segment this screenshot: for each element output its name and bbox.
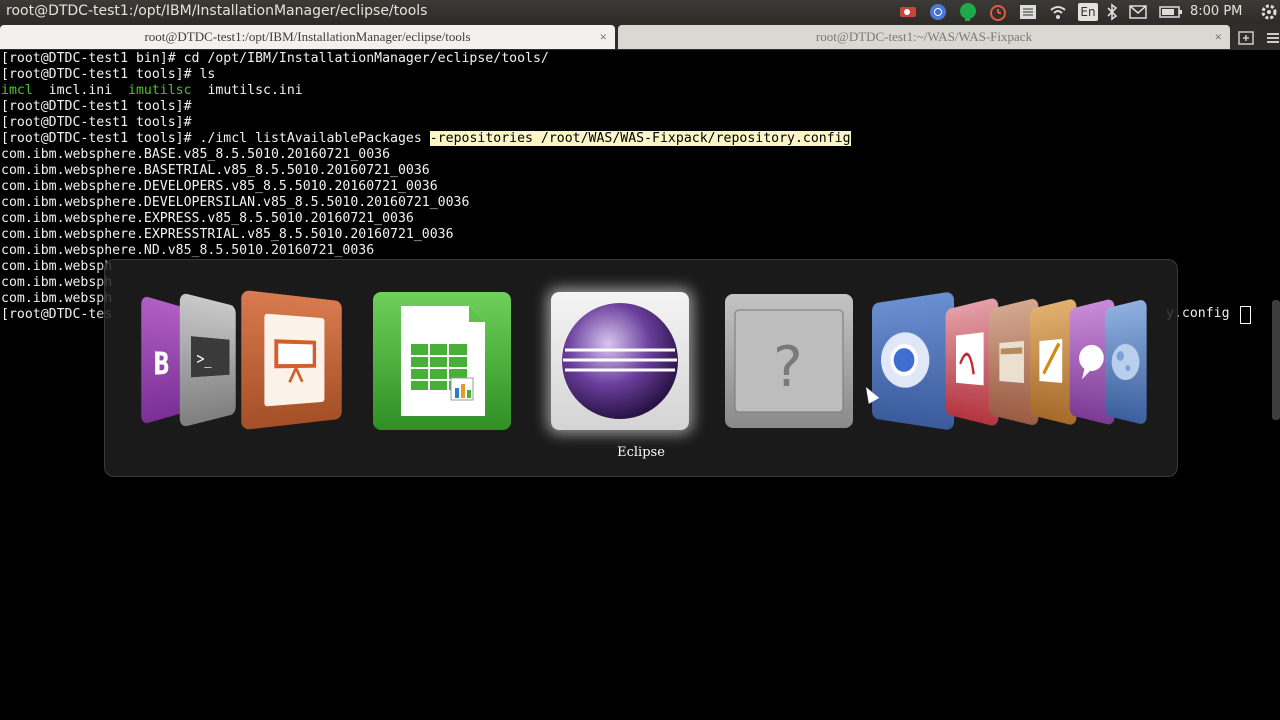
- window-title: root@DTDC-test1:/opt/IBM/InstallationMan…: [6, 3, 427, 19]
- ls-output: imcl imcl.ini imutilsc imutilsc.ini: [1, 83, 303, 99]
- text-cursor: [1240, 306, 1251, 324]
- ls-item-imutilsc: imutilsc: [128, 83, 192, 98]
- tab-tools-terminal[interactable]: root@DTDC-test1:/opt/IBM/InstallationMan…: [0, 25, 615, 49]
- terminal-line: [root@DTDC-test1 tools]#: [1, 115, 192, 131]
- firefox-icon[interactable]: [1105, 298, 1147, 425]
- calc-icon[interactable]: [373, 292, 511, 430]
- scrollbar[interactable]: [1272, 300, 1280, 420]
- tab-bar: root@DTDC-test1:/opt/IBM/InstallationMan…: [0, 24, 1280, 50]
- tab-fixpack-terminal[interactable]: root@DTDC-test1:~/WAS/WAS-Fixpack ×: [618, 25, 1230, 49]
- keyboard-layout-icon[interactable]: En: [1078, 3, 1098, 21]
- terminal-line: com.ibm.websph: [1, 275, 112, 291]
- terminal-line: com.ibm.websph: [1, 259, 112, 275]
- onenote-icon[interactable]: B: [141, 295, 184, 425]
- tab-title: root@DTDC-test1:/opt/IBM/InstallationMan…: [144, 29, 470, 44]
- terminal-line: com.ibm.websph: [1, 291, 112, 307]
- chromium-icon[interactable]: [872, 291, 954, 431]
- clock[interactable]: 8:00 PM: [1190, 4, 1242, 19]
- impress-icon[interactable]: [241, 290, 341, 431]
- tab-title: root@DTDC-test1:~/WAS/WAS-Fixpack: [816, 29, 1032, 44]
- switcher-app-label: Eclipse: [105, 445, 1177, 460]
- ls-item-imcl: imcl: [1, 83, 33, 98]
- record-icon[interactable]: [898, 2, 918, 22]
- svg-text:B: B: [153, 345, 170, 383]
- mail-icon[interactable]: [1127, 2, 1149, 22]
- terminal-line: com.ibm.websphere.EXPRESSTRIAL.v85_8.5.5…: [1, 227, 454, 243]
- terminal-line: com.ibm.websphere.DEVELOPERS.v85_8.5.501…: [1, 179, 438, 195]
- ls-item-imutilsc-ini: imutilsc.ini: [192, 83, 303, 98]
- selected-text: -repositories /root/WAS/WAS-Fixpack/repo…: [430, 131, 851, 146]
- terminal-line: [root@DTDC-test1 bin]# cd /opt/IBM/Insta…: [1, 51, 549, 67]
- top-panel: root@DTDC-test1:/opt/IBM/InstallationMan…: [0, 0, 1280, 24]
- hangouts-icon[interactable]: [958, 2, 978, 22]
- terminal-line: com.ibm.websphere.BASE.v85_8.5.5010.2016…: [1, 147, 390, 163]
- command-text: [root@DTDC-test1 tools]# ./imcl listAvai…: [1, 131, 430, 146]
- terminal-line: com.ibm.websphere.ND.v85_8.5.5010.201607…: [1, 243, 374, 259]
- unknown-app-icon[interactable]: ?: [725, 294, 853, 428]
- app-switcher: B >_ ? Eclipse: [104, 259, 1178, 477]
- terminal-line: [root@DTDC-test1 tools]# ls: [1, 67, 215, 83]
- terminal-line: com.ibm.websphere.BASETRIAL.v85_8.5.5010…: [1, 163, 430, 179]
- bluetooth-icon[interactable]: [1104, 2, 1120, 22]
- terminal-icon[interactable]: >_: [180, 292, 236, 428]
- close-icon[interactable]: ×: [600, 25, 607, 49]
- menu-icon[interactable]: [1264, 28, 1280, 48]
- terminal-line: com.ibm.websphere.EXPRESS.v85_8.5.5010.2…: [1, 211, 414, 227]
- terminal-line: [root@DTDC-test1 tools]#: [1, 99, 192, 115]
- command-line: [root@DTDC-test1 tools]# ./imcl listAvai…: [1, 131, 851, 147]
- close-icon[interactable]: ×: [1215, 25, 1222, 49]
- ls-item-imcl-ini: imcl.ini: [33, 83, 128, 98]
- chrome-icon[interactable]: [928, 2, 948, 22]
- settings-icon[interactable]: [1258, 2, 1280, 22]
- list-icon[interactable]: [1018, 2, 1038, 22]
- eclipse-icon[interactable]: [551, 292, 689, 430]
- terminal-line: com.ibm.websphere.DEVELOPERSILAN.v85_8.5…: [1, 195, 469, 211]
- svg-text:?: ?: [773, 335, 803, 400]
- battery-icon[interactable]: [1158, 2, 1184, 22]
- terminal-line: [root@DTDC-tes: [1, 307, 112, 323]
- alarm-icon[interactable]: [988, 2, 1008, 22]
- wifi-icon[interactable]: [1048, 2, 1068, 22]
- svg-text:>_: >_: [196, 349, 212, 369]
- new-tab-icon[interactable]: [1237, 28, 1255, 48]
